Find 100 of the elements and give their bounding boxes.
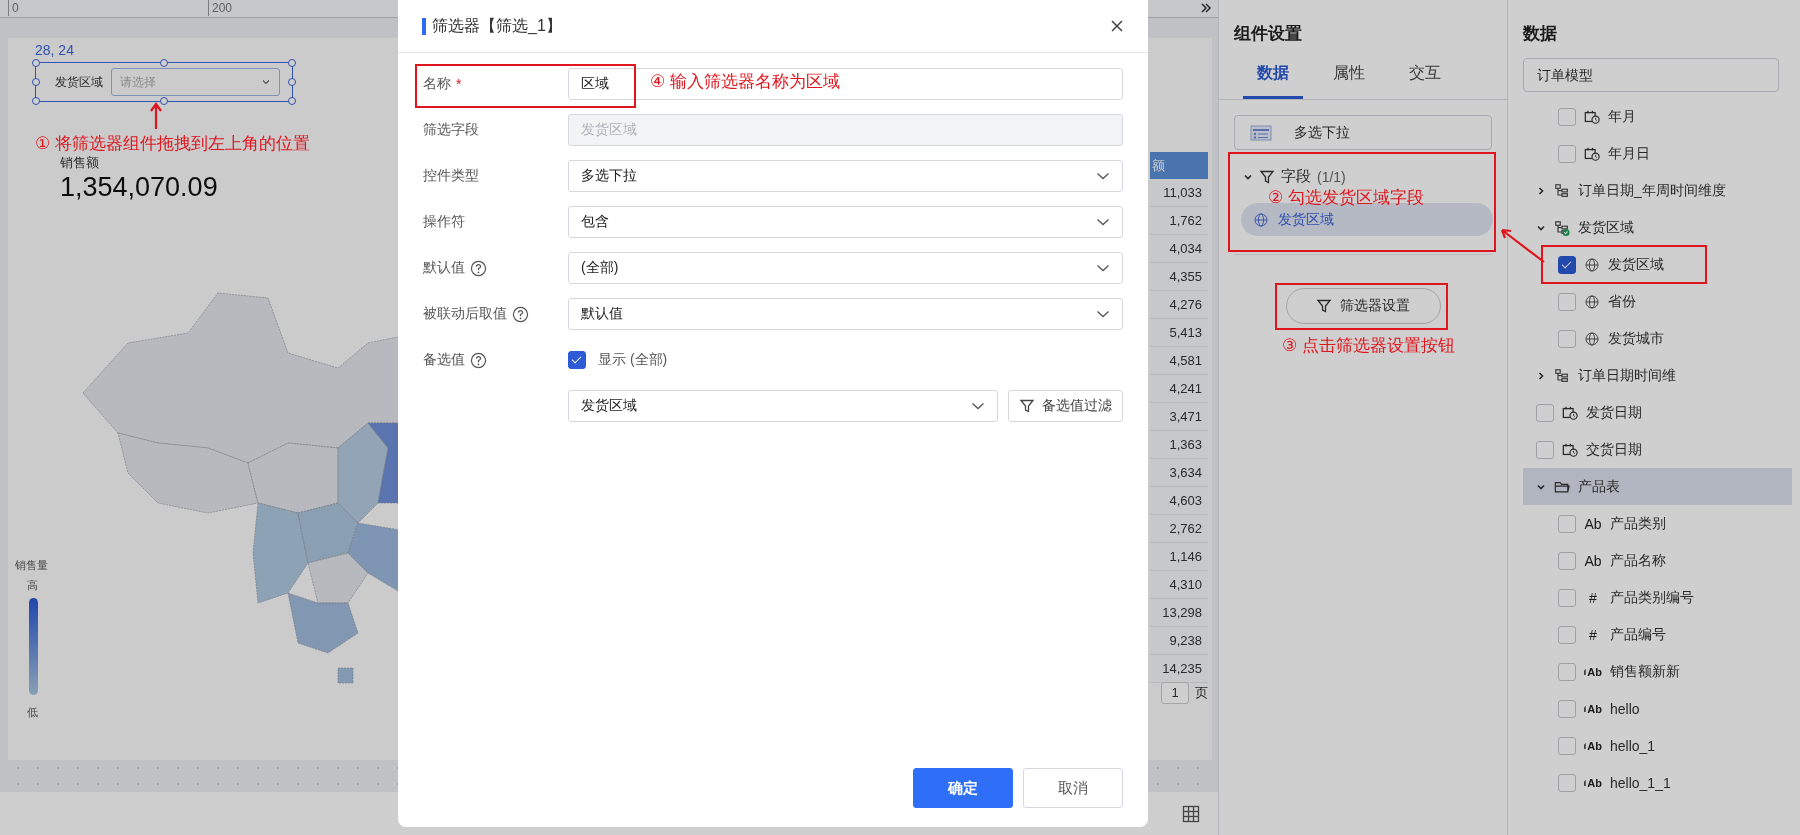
filter-values-button[interactable]: 备选值过滤: [1008, 390, 1123, 422]
checkbox[interactable]: [1536, 440, 1554, 459]
field-name: 交货日期: [1586, 440, 1642, 459]
annotation-text: ③ 点击筛选器设置按钮: [1282, 335, 1455, 357]
tree-item[interactable]: Ab hello_1: [1523, 727, 1792, 764]
field-type-icon: Ab: [1584, 552, 1602, 569]
dropdown[interactable]: 默认值: [568, 298, 1123, 330]
model-selector[interactable]: 订单模型: [1523, 58, 1779, 92]
filter-settings-button[interactable]: 筛选器设置: [1285, 288, 1441, 324]
tree-item[interactable]: # 产品编号: [1523, 616, 1792, 653]
checkbox[interactable]: [1536, 403, 1554, 422]
page-input[interactable]: 1: [1161, 682, 1189, 704]
help-icon[interactable]: [512, 305, 529, 323]
help-icon[interactable]: [470, 259, 487, 277]
tree-group-row[interactable]: 产品表: [1523, 468, 1792, 505]
resize-handle[interactable]: [160, 59, 168, 67]
tree-item[interactable]: 发货城市: [1523, 320, 1792, 357]
tree-group-row[interactable]: 订单日期_年周时间维度: [1523, 172, 1792, 209]
widget-type-selector[interactable]: 多选下拉: [1234, 115, 1492, 150]
table-cell: 9,238: [1150, 627, 1208, 655]
chevron-right-icon[interactable]: [1536, 370, 1546, 381]
chevron-down-icon: [1096, 171, 1110, 181]
table-cell: 1,762: [1150, 207, 1208, 235]
tree-group-row[interactable]: 发货区域: [1523, 209, 1792, 246]
field-label: 名称: [423, 75, 451, 93]
tab[interactable]: 属性: [1319, 55, 1379, 99]
table-cell: 5,413: [1150, 319, 1208, 347]
checkbox[interactable]: [1558, 292, 1576, 311]
resize-handle[interactable]: [32, 78, 40, 86]
checkbox[interactable]: [1558, 255, 1576, 274]
table-cell: 4,603: [1150, 487, 1208, 515]
tree-group-row[interactable]: 订单日期时间维: [1523, 357, 1792, 394]
field-name: 订单日期时间维: [1578, 366, 1676, 385]
resize-handle[interactable]: [32, 97, 40, 105]
tree-item[interactable]: Ab hello_1_1: [1523, 764, 1792, 801]
legend-title: 销售量: [15, 558, 48, 573]
checkbox[interactable]: [568, 351, 586, 369]
tree-item[interactable]: 发货区域: [1523, 246, 1792, 283]
dropdown[interactable]: (全部): [568, 252, 1123, 284]
dropdown[interactable]: 多选下拉: [568, 160, 1123, 192]
calendar-clock-icon: [1584, 108, 1600, 125]
field-name: 销售额新新: [1610, 662, 1680, 681]
tab[interactable]: 数据: [1243, 55, 1303, 99]
checkbox[interactable]: [1558, 662, 1576, 681]
section-title: 字段: [1281, 167, 1311, 186]
table-icon[interactable]: [1182, 805, 1200, 823]
resize-handle[interactable]: [288, 78, 296, 86]
tree-item[interactable]: 省份: [1523, 283, 1792, 320]
checkbox[interactable]: [1558, 625, 1576, 644]
tree-item[interactable]: 年月日: [1523, 135, 1792, 172]
checkbox-label: 显示 (全部): [598, 351, 668, 369]
tree-item[interactable]: 发货日期: [1523, 394, 1792, 431]
field-name: 产品编号: [1610, 625, 1666, 644]
tree-item[interactable]: Ab hello: [1523, 690, 1792, 727]
field-label: 控件类型: [423, 167, 479, 185]
checkbox[interactable]: [1558, 144, 1576, 163]
table-cell: 4,276: [1150, 291, 1208, 319]
table-cell: 14,235: [1150, 655, 1208, 683]
filter-icon: [1259, 168, 1275, 185]
filter-widget[interactable]: 发货区域 请选择: [35, 62, 293, 102]
resize-handle[interactable]: [288, 97, 296, 105]
tree-item[interactable]: # 产品类别编号: [1523, 579, 1792, 616]
checkbox[interactable]: [1558, 699, 1576, 718]
checkbox[interactable]: [1558, 514, 1576, 533]
tab[interactable]: 交互: [1395, 55, 1455, 99]
resize-handle[interactable]: [288, 59, 296, 67]
page-unit: 页: [1195, 684, 1208, 702]
dropdown[interactable]: 发货区域: [568, 390, 998, 422]
dropdown[interactable]: 包含: [568, 206, 1123, 238]
field-name: 产品类别编号: [1610, 588, 1694, 607]
tree-item[interactable]: Ab 销售额新新: [1523, 653, 1792, 690]
close-icon[interactable]: [1110, 19, 1124, 33]
chevron-down-icon: [1096, 263, 1110, 273]
field-label: 被联动后取值: [423, 305, 507, 323]
help-icon[interactable]: [470, 351, 487, 369]
resize-handle[interactable]: [160, 97, 168, 105]
annotation-text: ④ 输入筛选器名称为区域: [650, 71, 840, 93]
field-label: 默认值: [423, 259, 465, 277]
tree-item[interactable]: Ab 产品类别: [1523, 505, 1792, 542]
checkbox[interactable]: [1558, 551, 1576, 570]
checkbox[interactable]: [1558, 773, 1576, 792]
chevron-right-icon[interactable]: [1536, 185, 1546, 196]
ruler-label: 200: [208, 0, 233, 16]
checkbox[interactable]: [1558, 107, 1576, 126]
column-header: 额: [1150, 152, 1208, 179]
chevron-down-icon: [1096, 309, 1110, 319]
tree-item[interactable]: Ab 产品名称: [1523, 542, 1792, 579]
field-name: 产品名称: [1610, 551, 1666, 570]
checkbox[interactable]: [1558, 588, 1576, 607]
field-name: 订单日期_年周时间维度: [1578, 181, 1726, 200]
position-label: 28, 24: [35, 42, 74, 58]
confirm-button[interactable]: 确定: [913, 768, 1013, 808]
cancel-button[interactable]: 取消: [1023, 768, 1123, 808]
resize-handle[interactable]: [32, 59, 40, 67]
double-chevron-icon[interactable]: [1200, 3, 1212, 13]
tree-item[interactable]: 年月: [1523, 98, 1792, 135]
checkbox[interactable]: [1558, 736, 1576, 755]
required-mark: *: [456, 76, 462, 92]
checkbox[interactable]: [1558, 329, 1576, 348]
tree-item[interactable]: 交货日期: [1523, 431, 1792, 468]
